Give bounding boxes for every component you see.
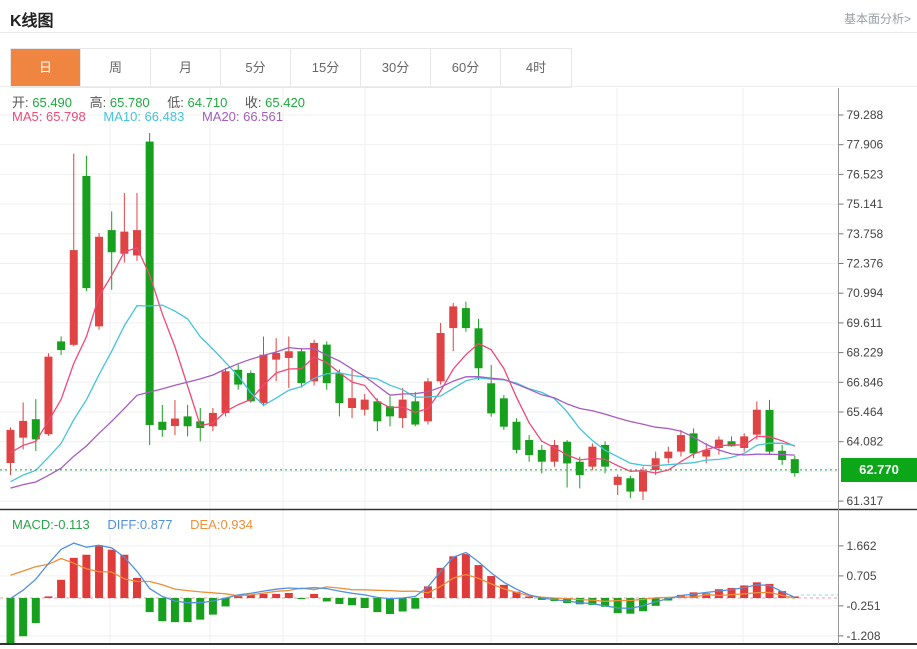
latest-price-tag: 62.770 [841,458,917,482]
tab-month[interactable]: 月 [151,49,221,87]
ma5-label: MA5: [12,109,42,124]
ma5-value: 65.798 [46,109,86,124]
diff-value: 0.877 [140,517,173,532]
svg-text:0.705: 0.705 [847,569,877,583]
tab-15min[interactable]: 15分 [291,49,361,87]
svg-text:-1.208: -1.208 [847,629,881,643]
close-label: 收: [245,95,262,110]
close-value: 65.420 [265,95,305,110]
header: K线图 基本面分析> [0,0,917,33]
page-title: K线图 [10,7,54,31]
candlestick-chart[interactable]: 79.288 77.906 76.523 75.141 73.758 72.376 70.9… [0,88,917,649]
low-label: 低: [167,95,184,110]
svg-text:79.288: 79.288 [847,108,884,122]
macd-label: MACD: [12,517,54,532]
high-value: 65.780 [110,95,150,110]
tab-day[interactable]: 日 [11,49,81,87]
dea-label: DEA: [190,517,220,532]
ma10-value: 66.483 [145,109,185,124]
open-value: 65.490 [32,95,72,110]
ma20-label: MA20: [202,109,240,124]
svg-text:64.082: 64.082 [847,435,884,449]
tab-60min[interactable]: 60分 [431,49,501,87]
svg-text:76.523: 76.523 [847,167,884,181]
open-label: 开: [12,95,29,110]
tab-5min[interactable]: 5分 [221,49,291,87]
svg-text:77.906: 77.906 [847,138,884,152]
macd-value: -0.113 [54,517,90,532]
ma20-value: 66.561 [243,109,283,124]
svg-text:75.141: 75.141 [847,197,884,211]
svg-text:68.229: 68.229 [847,346,884,360]
chart-canvas[interactable]: 79.288 77.906 76.523 75.141 73.758 72.376 70.9… [0,88,917,649]
svg-text:70.994: 70.994 [847,286,884,300]
tabs-divider [0,86,917,87]
period-tabs: 日 周 月 5分 15分 30分 60分 4时 [10,48,572,88]
high-label: 高: [90,95,107,110]
svg-text:69.611: 69.611 [847,316,883,330]
tab-30min[interactable]: 30分 [361,49,431,87]
svg-text:61.317: 61.317 [847,494,884,508]
fundamental-analysis-link[interactable]: 基本面分析> [844,10,911,27]
dea-value: 0.934 [220,517,253,532]
tab-4hour[interactable]: 4时 [501,49,571,87]
svg-text:73.758: 73.758 [847,227,884,241]
diff-label: DIFF: [107,517,140,532]
macd-readout: MACD:-0.113 DIFF:0.877 DEA:0.934 [12,517,253,532]
svg-text:65.464: 65.464 [847,405,884,419]
ma10-label: MA10: [103,109,141,124]
ma-readout: MA5: 65.798 MA10: 66.483 MA20: 66.561 [12,109,283,124]
tab-week[interactable]: 周 [81,49,151,87]
svg-text:-0.251: -0.251 [847,599,881,613]
kline-page: K线图 基本面分析> 日 周 月 5分 15分 30分 60分 4时 79.28… [0,0,917,649]
svg-text:1.662: 1.662 [847,539,877,553]
svg-text:72.376: 72.376 [847,257,884,271]
svg-text:66.846: 66.846 [847,375,884,389]
low-value: 64.710 [188,95,228,110]
